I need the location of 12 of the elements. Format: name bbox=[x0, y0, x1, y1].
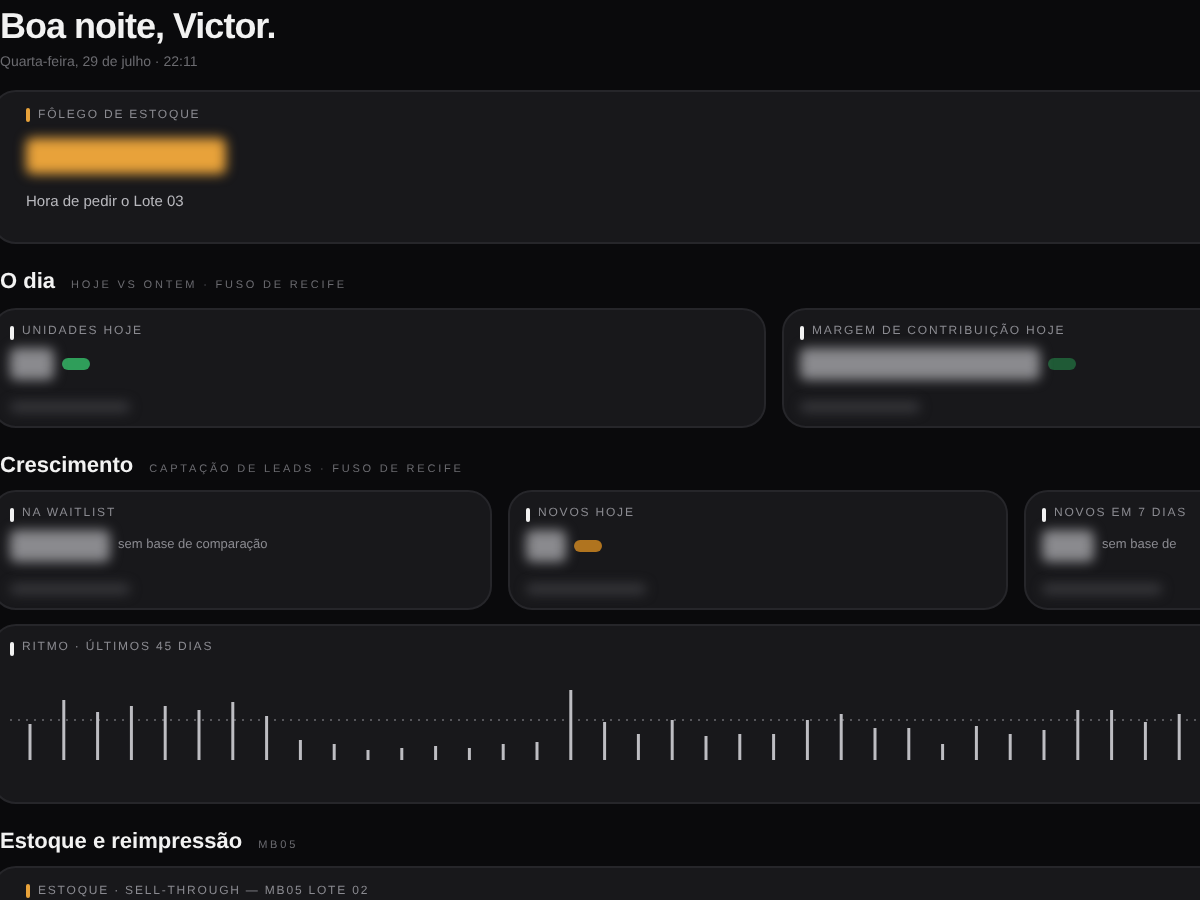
section-title: Crescimento bbox=[0, 455, 134, 478]
accent-mark bbox=[800, 325, 804, 340]
greeting-title: Boa noite, Victor. bbox=[0, 8, 278, 48]
accent-mark bbox=[10, 641, 14, 656]
section-title: Estoque e reimpressão bbox=[0, 831, 243, 854]
accent-mark bbox=[10, 325, 14, 340]
accent-mark bbox=[26, 884, 30, 899]
section-title: O dia bbox=[0, 272, 56, 295]
accent-mark bbox=[10, 507, 14, 522]
accent-mark bbox=[1042, 507, 1046, 522]
accent-mark bbox=[526, 507, 530, 522]
accent-mark bbox=[26, 108, 30, 123]
